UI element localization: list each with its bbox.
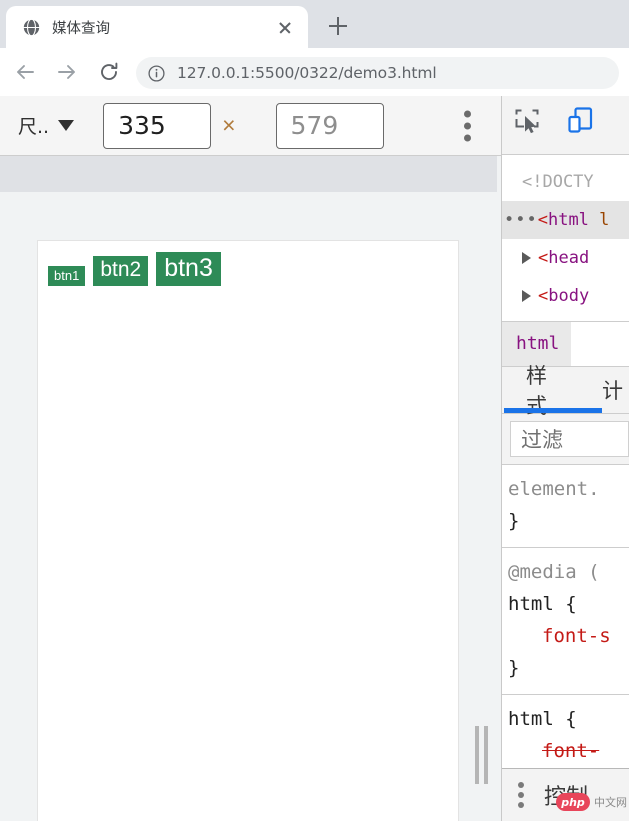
kebab-menu-icon[interactable]: [518, 782, 524, 808]
kebab-dot: [518, 782, 524, 788]
device-preset-label: 尺..: [18, 116, 50, 138]
dom-node-body[interactable]: <body: [502, 277, 629, 315]
info-circle-icon[interactable]: [148, 64, 165, 82]
css-selector-text: element.: [508, 478, 600, 500]
dom-tag-name: html: [547, 210, 589, 230]
css-brace-text: }: [508, 510, 520, 532]
css-media-text: @media (: [508, 561, 600, 583]
console-drawer[interactable]: 控制: [502, 768, 629, 821]
css-close-brace: }: [508, 505, 629, 537]
arrow-left-icon[interactable]: [8, 55, 42, 89]
css-selector-text: html {: [508, 708, 577, 730]
globe-icon: [22, 18, 41, 37]
chevron-right-icon[interactable]: [522, 252, 531, 264]
devtools-toolbar: [502, 96, 629, 155]
chevron-right-icon[interactable]: [522, 290, 531, 302]
css-selector: html {: [508, 703, 629, 735]
tab-strip: 媒体查询: [0, 0, 629, 48]
tab-computed[interactable]: 计: [596, 375, 629, 405]
arrow-right-icon[interactable]: [50, 55, 84, 89]
kebab-dot: [464, 110, 471, 117]
btn3-button[interactable]: btn3: [156, 252, 221, 287]
viewport-ruler: [0, 156, 497, 192]
css-selector-text: html {: [508, 593, 577, 615]
dom-node-head[interactable]: <head: [502, 239, 629, 277]
dom-tag-name: body: [548, 286, 590, 306]
kebab-dot: [464, 122, 471, 129]
css-property-name[interactable]: font-s: [542, 625, 611, 647]
css-rule-html-overridden[interactable]: html { font-: [502, 695, 629, 778]
css-selector: html {: [508, 588, 629, 620]
styles-filter-bar: 过滤: [502, 414, 629, 465]
dom-node-html[interactable]: •••<html l: [502, 201, 629, 239]
css-rule-media-query[interactable]: @media ( html { font-s }: [502, 548, 629, 695]
dom-node-doctype[interactable]: <!DOCTY: [502, 163, 629, 201]
css-declaration-overridden: font-: [508, 735, 629, 767]
console-tab-label[interactable]: 控制: [544, 779, 588, 811]
active-tab-indicator: [504, 408, 602, 413]
dom-punct: <: [538, 286, 549, 306]
breadcrumb-filler: [571, 322, 629, 366]
address-bar[interactable]: 127.0.0.1:5500/0322/demo3.html: [136, 57, 619, 89]
device-toolbar-icon[interactable]: [565, 105, 605, 145]
btn2-button[interactable]: btn2: [93, 256, 149, 287]
device-preset-dropdown[interactable]: 尺..: [18, 112, 75, 139]
button-group: btn1 btn2 btn3: [48, 252, 229, 287]
dom-tag-name: head: [548, 248, 590, 268]
css-close-brace: }: [508, 652, 629, 684]
dom-punct: <: [538, 248, 549, 268]
resize-handle-icon[interactable]: [472, 726, 490, 784]
btn1-button[interactable]: btn1: [48, 265, 86, 287]
kebab-dot: [518, 792, 524, 798]
emulated-page: btn1 btn2 btn3: [38, 241, 458, 821]
kebab-dot: [464, 134, 471, 141]
device-viewport-area: btn1 btn2 btn3: [0, 156, 502, 821]
dom-tree: <!DOCTY •••<html l <head <body: [502, 155, 629, 322]
viewport-height-input[interactable]: 579: [275, 102, 384, 149]
dom-attr-name: l: [599, 210, 610, 230]
styles-tabbar: 样式 计: [502, 364, 629, 418]
browser-tab[interactable]: 媒体查询: [6, 6, 308, 48]
plus-icon[interactable]: [322, 10, 354, 42]
inspect-element-icon[interactable]: [512, 105, 552, 145]
css-rule-element-style[interactable]: element. }: [502, 465, 629, 548]
kebab-dot: [518, 802, 524, 808]
filter-input[interactable]: 过滤: [510, 421, 629, 457]
kebab-menu-icon[interactable]: [464, 110, 471, 141]
chevron-down-icon: [58, 120, 75, 131]
css-media-selector: @media (: [508, 556, 629, 588]
dimension-separator: ×: [222, 112, 236, 138]
styles-pane: element. } @media ( html { font-s } html…: [502, 465, 629, 778]
dom-node-text: <!DOCTY: [522, 172, 594, 192]
resize-grip-bar: [483, 726, 488, 784]
browser-window: 媒体查询 127.0.0.1:5500/0322/demo3.html 尺.. …: [0, 0, 629, 821]
resize-grip-bar: [474, 726, 479, 784]
devtools-panel: <!DOCTY •••<html l <head <body html 样式 计…: [502, 96, 629, 821]
css-brace-text: }: [508, 657, 520, 679]
close-icon[interactable]: [272, 14, 298, 40]
css-selector: element.: [508, 473, 629, 505]
css-property-name[interactable]: font-: [542, 740, 599, 762]
viewport-width-input[interactable]: 335: [103, 102, 212, 149]
device-emulation-toolbar: 尺.. 335 × 579: [0, 96, 502, 156]
dom-overflow-dots: •••: [504, 210, 538, 230]
reload-icon[interactable]: [92, 55, 126, 89]
tab-title: 媒体查询: [52, 20, 110, 37]
navigation-toolbar: 127.0.0.1:5500/0322/demo3.html: [0, 48, 629, 97]
css-declaration: font-s: [508, 620, 629, 652]
address-bar-url: 127.0.0.1:5500/0322/demo3.html: [177, 64, 437, 82]
dom-punct: <: [537, 210, 548, 230]
